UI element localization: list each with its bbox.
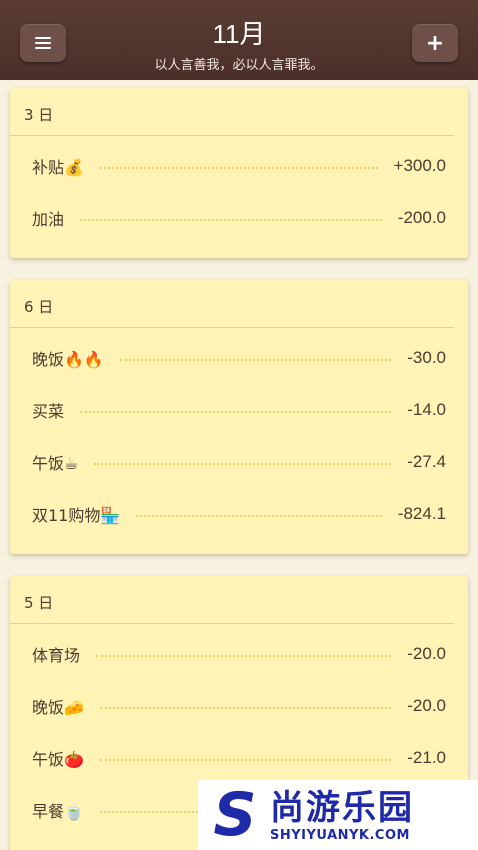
list-item[interactable]: 双11购物🏪 -824.1 [10, 488, 468, 540]
entry-name: 买菜 [32, 402, 65, 421]
app-header: 11月 以人言善我，必以人言罪我。 + [0, 0, 478, 80]
dotted-leader [96, 655, 392, 657]
list-item[interactable]: 体育场 -20.0 [10, 628, 468, 680]
list-item[interactable]: 午饭☕ -27.4 [10, 436, 468, 488]
entry-amount: +300.0 [393, 156, 446, 175]
list-item[interactable]: 买菜 -14.0 [10, 384, 468, 436]
entry-name: 晚饭🧀 [32, 698, 84, 717]
entry-amount: -200.0 [397, 208, 446, 227]
dotted-leader [136, 515, 382, 517]
dotted-leader [99, 707, 392, 709]
entry-name: 午饭☕ [32, 454, 79, 473]
entry-name: 体育场 [32, 646, 81, 665]
day-label: 6 日 [10, 280, 454, 328]
dotted-leader [94, 463, 392, 465]
add-button[interactable]: + [412, 24, 458, 62]
watermark-en: SHYIYUANYK.COM [270, 827, 410, 843]
page-subtitle: 以人言善我，必以人言罪我。 [154, 58, 324, 73]
dotted-leader [99, 759, 392, 761]
entry-amount: -20.0 [407, 696, 446, 715]
day-card: 3 日 补贴💰 +300.0 加油 -200.0 [10, 88, 468, 258]
entry-amount: -824.1 [397, 504, 446, 523]
entry-name: 早餐🍵 [32, 802, 84, 821]
watermark-s-icon: S [213, 780, 257, 850]
list-item[interactable]: 补贴💰 +300.0 [10, 140, 468, 192]
dotted-leader [99, 167, 378, 169]
dotted-leader [80, 219, 382, 221]
entry-amount: -27.4 [407, 452, 446, 471]
day-card: 6 日 晚饭🔥🔥 -30.0 买菜 -14.0 午饭☕ -27.4 双11购物🏪… [10, 280, 468, 554]
entry-amount: -14.0 [407, 400, 446, 419]
entry-amount: -21.0 [407, 748, 446, 767]
entry-amount: -20.0 [407, 644, 446, 663]
day-label: 5 日 [10, 576, 454, 624]
entry-name: 午饭🍅 [32, 750, 84, 769]
entry-name: 晚饭🔥🔥 [32, 350, 104, 369]
watermark-cn: 尚游乐园 [270, 787, 414, 828]
page-title: 11月 [212, 19, 266, 49]
plus-icon: + [425, 30, 445, 56]
entry-name: 补贴💰 [32, 158, 84, 177]
entry-name: 双11购物🏪 [32, 506, 121, 525]
day-label: 3 日 [10, 88, 454, 136]
list-item[interactable]: 午饭🍅 -21.0 [10, 732, 468, 784]
list-item[interactable]: 晚饭🧀 -20.0 [10, 680, 468, 732]
entry-amount: -30.0 [407, 348, 446, 367]
list-item[interactable]: 晚饭🔥🔥 -30.0 [10, 332, 468, 384]
watermark-logo: S 尚游乐园 SHYIYUANYK.COM [198, 780, 478, 850]
dotted-leader [80, 411, 392, 413]
watermark-text: 尚游乐园 SHYIYUANYK.COM [270, 788, 414, 843]
entry-name: 加油 [32, 210, 65, 229]
dotted-leader [119, 359, 392, 361]
list-item[interactable]: 加油 -200.0 [10, 192, 468, 244]
